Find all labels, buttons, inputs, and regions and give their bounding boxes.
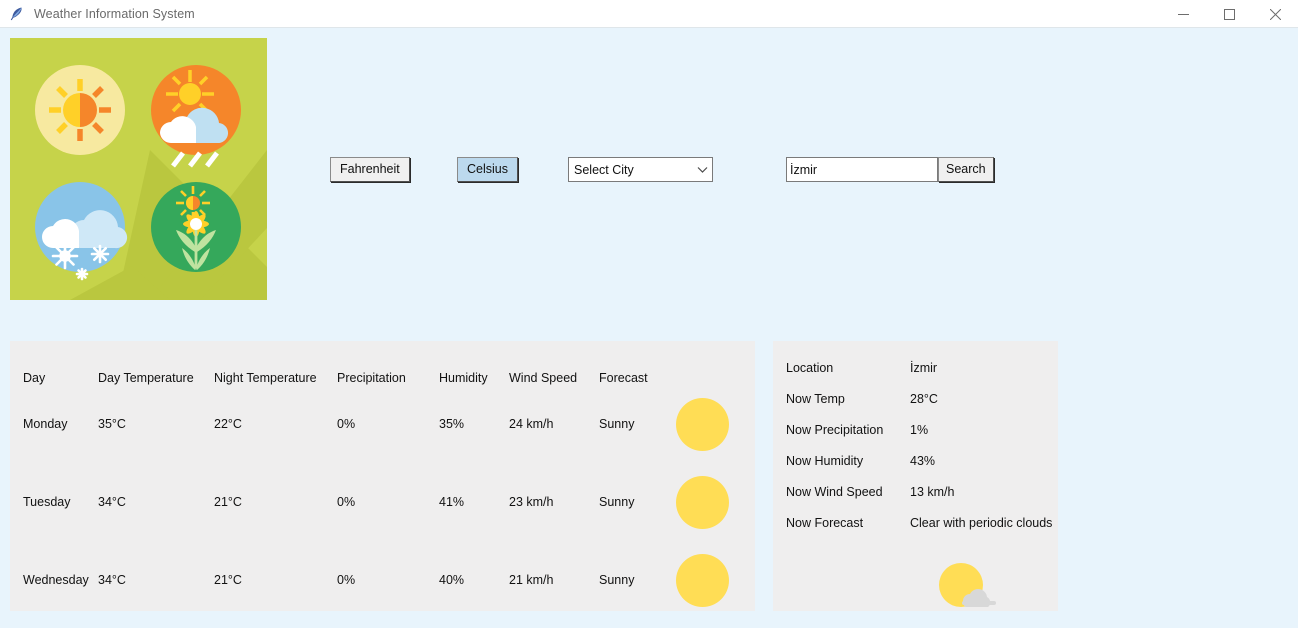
sun-circle-icon <box>676 476 729 529</box>
now-label-temp: Now Temp <box>786 392 910 406</box>
cell-humidity: 35% <box>439 385 509 463</box>
sun-behind-cloud-icon <box>937 563 999 607</box>
city-select[interactable]: Select City <box>568 157 713 182</box>
search-button[interactable]: Search <box>938 157 994 182</box>
sun-circle-icon <box>676 398 729 451</box>
cell-night-temp: 22°C <box>214 385 337 463</box>
cell-forecast: Sunny <box>599 463 676 541</box>
forecast-table-panel: Day Day Temperature Night Temperature Pr… <box>10 341 755 611</box>
cell-humidity: 40% <box>439 541 509 619</box>
now-value-wind-speed: 13 km/h <box>910 485 954 499</box>
cell-wind-speed: 24 km/h <box>509 385 599 463</box>
now-row-precipitation: Now Precipitation 1% <box>786 423 1058 454</box>
cell-day: Tuesday <box>10 463 98 541</box>
city-select-value: Select City <box>569 163 692 177</box>
maximize-button[interactable] <box>1206 0 1252 28</box>
now-row-forecast: Now Forecast Clear with periodic clouds <box>786 516 1058 547</box>
cell-humidity: 41% <box>439 463 509 541</box>
cell-wind-speed: 21 km/h <box>509 541 599 619</box>
header-wind-speed: Wind Speed <box>509 341 599 385</box>
now-icon-area <box>773 563 1058 607</box>
sun-circle-icon <box>676 554 729 607</box>
cell-wind-speed: 23 km/h <box>509 463 599 541</box>
search-area: Search <box>786 157 994 182</box>
cell-day: Monday <box>10 385 98 463</box>
now-label-location: Location <box>786 361 910 375</box>
window-titlebar: Weather Information System <box>0 0 1298 28</box>
now-label-wind-speed: Now Wind Speed <box>786 485 910 499</box>
header-day: Day <box>10 341 98 385</box>
minimize-button[interactable] <box>1160 0 1206 28</box>
now-row-location: Location İzmir <box>786 361 1058 392</box>
now-row-temp: Now Temp 28°C <box>786 392 1058 423</box>
forecast-table-body: Monday 35°C 22°C 0% 35% 24 km/h Sunny Tu… <box>10 385 755 619</box>
cell-night-temp: 21°C <box>214 541 337 619</box>
header-night-temp: Night Temperature <box>214 341 337 385</box>
table-header-row: Day Day Temperature Night Temperature Pr… <box>10 341 755 385</box>
feather-icon <box>9 6 25 22</box>
city-search-input[interactable] <box>786 157 938 182</box>
cell-forecast-icon <box>676 463 755 541</box>
chevron-down-icon <box>692 166 712 174</box>
now-value-humidity: 43% <box>910 454 935 468</box>
now-value-forecast: Clear with periodic clouds <box>910 516 1052 530</box>
cell-night-temp: 21°C <box>214 463 337 541</box>
maximize-icon <box>1224 9 1235 20</box>
cell-forecast-icon <box>676 541 755 619</box>
cell-day-temp: 34°C <box>98 463 214 541</box>
cell-day-temp: 35°C <box>98 385 214 463</box>
table-row: Tuesday 34°C 21°C 0% 41% 23 km/h Sunny <box>10 463 755 541</box>
cell-precipitation: 0% <box>337 385 439 463</box>
fahrenheit-button[interactable]: Fahrenheit <box>330 157 410 182</box>
table-row: Monday 35°C 22°C 0% 35% 24 km/h Sunny <box>10 385 755 463</box>
celsius-button[interactable]: Celsius <box>457 157 518 182</box>
cell-precipitation: 0% <box>337 541 439 619</box>
cell-day-temp: 34°C <box>98 541 214 619</box>
header-icon <box>676 341 755 385</box>
current-conditions-panel: Location İzmir Now Temp 28°C Now Precipi… <box>773 341 1058 611</box>
now-label-forecast: Now Forecast <box>786 516 910 530</box>
forecast-table-head: Day Day Temperature Night Temperature Pr… <box>10 341 755 385</box>
header-precipitation: Precipitation <box>337 341 439 385</box>
close-icon <box>1270 9 1281 20</box>
window-title: Weather Information System <box>34 7 195 21</box>
controls-row: Fahrenheit Celsius Select City Search <box>0 155 1298 185</box>
now-row-wind-speed: Now Wind Speed 13 km/h <box>786 485 1058 516</box>
cell-day: Wednesday <box>10 541 98 619</box>
cell-forecast: Sunny <box>599 385 676 463</box>
now-row-humidity: Now Humidity 43% <box>786 454 1058 485</box>
now-label-precipitation: Now Precipitation <box>786 423 910 437</box>
minimize-icon <box>1178 9 1189 20</box>
now-value-location: İzmir <box>910 361 937 375</box>
cell-forecast-icon <box>676 385 755 463</box>
header-day-temp: Day Temperature <box>98 341 214 385</box>
forecast-table: Day Day Temperature Night Temperature Pr… <box>10 341 755 619</box>
now-label-humidity: Now Humidity <box>786 454 910 468</box>
current-conditions-list: Location İzmir Now Temp 28°C Now Precipi… <box>773 341 1058 547</box>
now-value-temp: 28°C <box>910 392 938 406</box>
header-humidity: Humidity <box>439 341 509 385</box>
window-controls <box>1160 0 1298 28</box>
cell-precipitation: 0% <box>337 463 439 541</box>
cell-forecast: Sunny <box>599 541 676 619</box>
close-button[interactable] <box>1252 0 1298 28</box>
app-body: Fahrenheit Celsius Select City Search Da… <box>0 28 1298 628</box>
table-row: Wednesday 34°C 21°C 0% 40% 21 km/h Sunny <box>10 541 755 619</box>
now-value-precipitation: 1% <box>910 423 928 437</box>
header-forecast: Forecast <box>599 341 676 385</box>
